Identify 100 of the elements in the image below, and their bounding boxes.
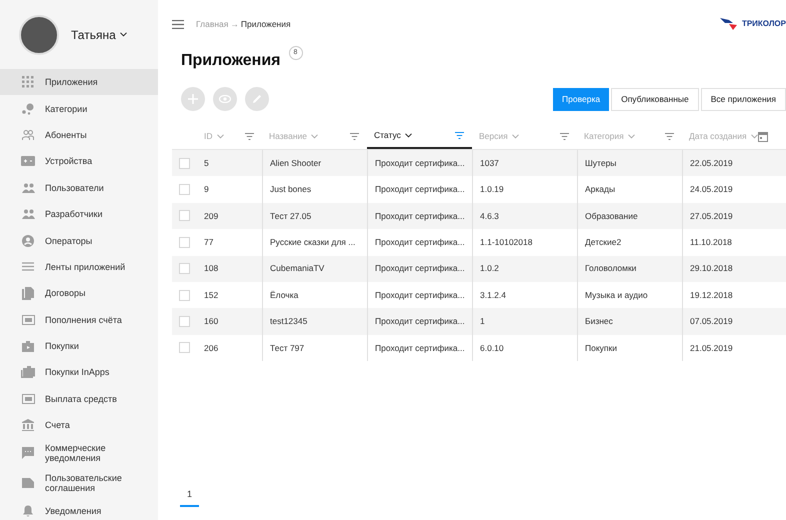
person-circle-icon [22,234,34,247]
table-cell: Тест 797 [270,342,304,354]
sidebar-item[interactable]: Операторы [0,227,158,254]
chat-icon [22,447,34,460]
documents-icon [22,286,34,300]
checkbox[interactable] [179,290,190,301]
people-outline-icon [22,128,34,141]
document-icon [22,478,34,488]
table-cell: 24.05.2019 [690,183,733,196]
page-button[interactable]: 1 [180,488,199,506]
table-cell: Проходит сертифика... [375,210,465,222]
table-cell: 27.05.2019 [690,210,733,222]
table-cell: 1.1-10102018 [480,236,532,249]
table-cell: 9 [204,183,209,196]
sidebar-item[interactable]: Пользовательские соглашения [0,468,158,498]
table-row[interactable]: 152 Ёлочка Проходит сертифика... 3.1.2.4 Музыка и аудио 19.12.2018 [172,282,786,308]
sidebar-item[interactable]: Покупки InApps [0,359,158,386]
table-cell: 3.1.2.4 [480,288,506,302]
table-cell: Музыка и аудио [585,288,648,302]
card-icon [21,156,35,166]
eye-icon [219,95,231,103]
bank-icon [22,419,34,432]
checkbox[interactable] [179,236,190,248]
grid-icon [22,76,34,88]
sidebar-item[interactable]: Разработчики [0,200,158,228]
table-cell: 22.05.2019 [690,156,733,170]
bell-icon [23,504,33,517]
table-cell: Шутеры [585,156,616,170]
sidebar-item[interactable]: Уведомления [0,497,158,520]
table-cell: 1037 [480,156,499,170]
table-cell: Тест 27.05 [270,210,312,222]
table-cell: 11.10.2018 [690,236,732,249]
chevron-down-icon [628,134,635,139]
sidebar-item[interactable]: Ленты приложений [0,254,158,280]
tab[interactable]: Все приложения [700,88,786,110]
checkbox[interactable] [179,316,190,328]
checkbox[interactable] [179,158,190,169]
list-icon [22,262,34,272]
table-row[interactable]: 5 Alien Shooter Проходит сертифика... 1037 Шутеры 22.05.2019 [172,150,786,176]
filter-icon[interactable] [665,133,674,140]
bags-icon [21,366,35,378]
table-row[interactable]: 209 Тест 27.05 Проходит сертифика... 4.6.3 Образование 27.05.2019 [172,202,786,230]
sidebar-item[interactable]: Выплата средств [0,386,158,412]
calendar-icon[interactable] [758,131,768,142]
sidebar-item[interactable]: Пополнения счёта [0,306,158,333]
sidebar-item[interactable]: Покупки [0,332,158,360]
breadcrumb-current: Приложения [240,18,291,30]
checkbox[interactable] [179,342,190,354]
table-cell: 29.10.2018 [690,262,733,276]
chevron-down-icon [216,134,224,139]
table-row[interactable]: 108 CubemaniaTV Проходит сертифика... 1.0.2 Головоломки 29.10.2018 [172,256,786,282]
sidebar-item[interactable]: Счета [0,412,158,438]
sidebar-item[interactable]: Устройства [0,148,158,175]
table-cell: Just bones [270,183,312,196]
table-cell: Аркады [585,183,616,196]
table-cell: Проходит сертифика... [375,288,465,302]
sidebar-item[interactable]: Пользователи [0,174,158,201]
table-cell: 5 [204,156,209,170]
table-row[interactable]: 206 Тест 797 Проходит сертифика... 6.0.10 Покупки 21.05.2019 [172,334,786,362]
table-cell: Проходит сертифика... [375,236,465,249]
checkbox[interactable] [179,263,190,274]
user-menu[interactable]: Татьяна [71,26,127,44]
checkbox[interactable] [179,184,190,196]
tab[interactable]: Опубликованные [611,88,699,110]
pencil-icon [252,94,262,104]
sidebar-item[interactable]: Приложения [0,69,158,96]
table-cell: Детские2 [585,236,622,249]
table-cell: 19.12.2018 [690,288,733,302]
column-header[interactable]: Статус [374,129,412,142]
add-button[interactable] [181,87,205,111]
chevron-down-icon [310,134,318,139]
menu-icon[interactable] [172,20,184,28]
table-cell: Проходит сертифика... [375,156,465,170]
table-cell: 1.0.2 [480,262,499,276]
chevron-down-icon [404,133,412,138]
checkbox[interactable] [179,210,190,222]
table-cell: Головоломки [585,262,636,276]
filter-icon[interactable] [560,133,569,140]
bag-icon [22,340,34,352]
avatar [19,14,59,54]
filter-icon[interactable] [245,133,254,140]
view-button[interactable] [213,87,237,111]
filter-icon[interactable] [455,132,464,139]
table-cell: 6.0.10 [480,342,504,354]
chevron-down-icon [750,134,758,139]
edit-button[interactable] [245,87,269,111]
filter-icon[interactable] [350,133,359,140]
table-cell: 1 [480,315,485,328]
chevron-down-icon [512,134,519,139]
table-cell: 108 [204,262,218,276]
chevron-down-icon [120,32,127,37]
table-cell: 206 [204,342,218,354]
sidebar-item[interactable]: Категории [0,95,158,122]
table-cell: Русские сказки для ... [270,236,356,249]
table-row[interactable]: 160 test12345 Проходит сертифика... 1 Бизнес 07.05.2019 [172,308,786,335]
sidebar-item[interactable]: Абоненты [0,122,158,148]
sidebar-item[interactable]: Коммерческие уведомления [0,438,158,468]
wallet-icon [22,394,34,404]
sidebar-item[interactable]: Договоры [0,280,158,307]
table-cell: 77 [204,236,214,249]
